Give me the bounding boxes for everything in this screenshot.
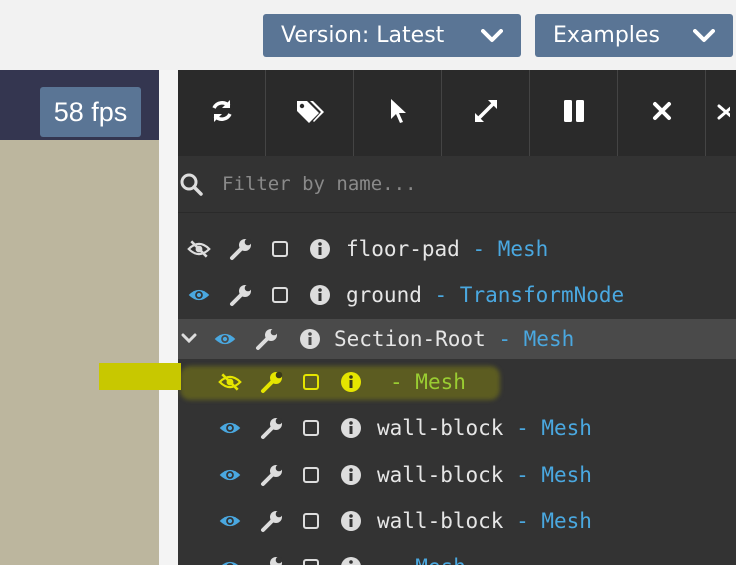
tree-row[interactable]: wall-block - Mesh bbox=[178, 407, 736, 449]
fps-counter: 58 fps bbox=[40, 87, 141, 137]
node-name: wall-block bbox=[377, 416, 504, 440]
checkbox[interactable] bbox=[303, 420, 319, 436]
tree-row[interactable]: wall-block - Mesh bbox=[178, 500, 736, 542]
eye-icon[interactable] bbox=[218, 463, 242, 487]
highlight-marker bbox=[99, 363, 181, 390]
eye-slash-icon[interactable] bbox=[218, 370, 242, 394]
wrench-icon[interactable] bbox=[260, 509, 284, 533]
node-type: - Mesh bbox=[390, 555, 466, 565]
tree-row-highlighted[interactable]: - Mesh bbox=[178, 361, 736, 403]
node-name: wall-block bbox=[377, 463, 504, 487]
wrench-icon[interactable] bbox=[260, 416, 284, 440]
tree-row[interactable]: wall-block - Mesh bbox=[178, 454, 736, 496]
panel-divider bbox=[159, 70, 178, 565]
info-icon[interactable] bbox=[339, 416, 363, 440]
node-type: - Mesh bbox=[390, 370, 466, 394]
top-bar: Version: Latest Examples bbox=[0, 0, 736, 70]
eye-icon[interactable] bbox=[218, 416, 242, 440]
node-name: wall-block bbox=[377, 509, 504, 533]
wrench-icon[interactable] bbox=[260, 370, 284, 394]
tree-row[interactable]: - Mesh bbox=[178, 546, 736, 565]
wrench-icon[interactable] bbox=[260, 463, 284, 487]
checkbox[interactable] bbox=[303, 559, 319, 565]
info-icon[interactable] bbox=[339, 370, 363, 394]
info-icon[interactable] bbox=[339, 509, 363, 533]
version-label: Version: Latest bbox=[281, 23, 445, 48]
version-dropdown[interactable]: Version: Latest bbox=[263, 14, 521, 57]
examples-label: Examples bbox=[553, 23, 660, 48]
examples-dropdown[interactable]: Examples bbox=[535, 14, 733, 57]
node-type: - Mesh bbox=[503, 509, 592, 533]
checkbox[interactable] bbox=[303, 374, 319, 390]
explorer-children: - Mesh wall-block - Mesh wall-block - Me… bbox=[178, 70, 736, 565]
wrench-icon[interactable] bbox=[260, 555, 284, 565]
render-canvas[interactable] bbox=[0, 140, 159, 565]
checkbox[interactable] bbox=[303, 467, 319, 483]
info-icon[interactable] bbox=[339, 555, 363, 565]
node-type: - Mesh bbox=[503, 416, 592, 440]
eye-icon[interactable] bbox=[218, 509, 242, 533]
chevron-down-icon bbox=[481, 28, 503, 43]
info-icon[interactable] bbox=[339, 463, 363, 487]
node-type: - Mesh bbox=[503, 463, 592, 487]
eye-icon[interactable] bbox=[218, 555, 242, 565]
chevron-down-icon bbox=[693, 28, 715, 43]
checkbox[interactable] bbox=[303, 513, 319, 529]
